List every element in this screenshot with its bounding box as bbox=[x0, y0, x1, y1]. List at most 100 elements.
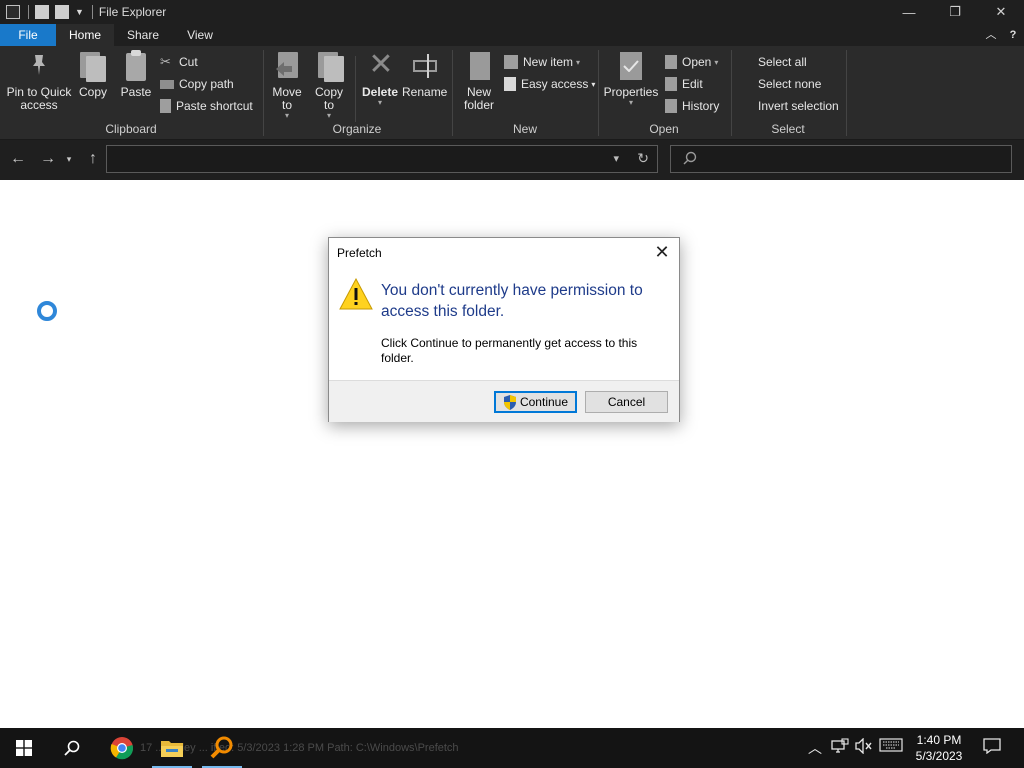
back-arrow-icon[interactable]: ← bbox=[7, 148, 29, 170]
chrome-taskbar-button[interactable] bbox=[98, 728, 146, 768]
paste-shortcut-button[interactable]: Paste shortcut bbox=[160, 96, 253, 116]
forward-arrow-icon[interactable]: → bbox=[37, 148, 59, 170]
tab-view[interactable]: View bbox=[172, 24, 228, 46]
new-folder-icon bbox=[464, 50, 494, 82]
restore-button[interactable]: ❐ bbox=[932, 0, 978, 24]
dialog-sub-message: Click Continue to permanently get access… bbox=[381, 336, 638, 365]
select-all-label: Select all bbox=[758, 55, 807, 69]
group-divider bbox=[355, 56, 356, 122]
rename-button[interactable]: Rename bbox=[402, 50, 448, 99]
continue-label: Continue bbox=[519, 395, 569, 409]
file-explorer-taskbar-button[interactable] bbox=[148, 728, 196, 768]
volume-muted-icon[interactable] bbox=[854, 737, 874, 758]
search-box[interactable] bbox=[670, 145, 1012, 173]
recent-locations-chevron-icon[interactable]: ▾ bbox=[62, 148, 76, 170]
qat-customize-chevron-icon[interactable]: ▼ bbox=[75, 7, 84, 17]
collapse-ribbon-chevron-icon[interactable]: ︿ bbox=[980, 24, 1002, 46]
chrome-icon bbox=[110, 737, 134, 760]
address-dropdown-icon[interactable]: ▾ bbox=[613, 152, 619, 165]
invert-selection-label: Invert selection bbox=[758, 99, 839, 113]
tab-home[interactable]: Home bbox=[56, 24, 114, 46]
permission-dialog: Prefetch ✕ You don't currently have perm… bbox=[328, 237, 680, 422]
paste-label: Paste bbox=[120, 85, 152, 99]
select-group-label: Select bbox=[771, 122, 805, 136]
dialog-footer: Continue Cancel bbox=[329, 380, 679, 422]
copy-path-label: Copy path bbox=[179, 77, 234, 91]
search-tool-taskbar-button[interactable] bbox=[198, 728, 246, 768]
ribbon-tabs: File Home Share View ︿ ? bbox=[0, 24, 1024, 46]
continue-button[interactable]: Continue bbox=[494, 391, 577, 413]
copy-to-label: Copy to bbox=[314, 85, 343, 112]
delete-x-icon: ✕ bbox=[368, 48, 394, 81]
open-button[interactable]: Open ▾ bbox=[665, 52, 718, 72]
tab-file[interactable]: File bbox=[0, 24, 56, 46]
navigation-bar: ← → ▾ ↑ ▾ ↻ bbox=[0, 140, 1024, 180]
pin-label: Pin to Quick access bbox=[6, 85, 72, 112]
new-folder-button[interactable]: New folder bbox=[458, 50, 500, 112]
pin-icon bbox=[24, 50, 54, 82]
up-arrow-icon[interactable]: ↑ bbox=[82, 148, 104, 170]
search-taskbar-button[interactable] bbox=[48, 728, 96, 768]
cut-button[interactable]: ✂ Cut bbox=[160, 52, 198, 72]
copy-button[interactable]: Copy bbox=[76, 50, 110, 99]
select-none-label: Select none bbox=[758, 77, 822, 91]
copy-to-button[interactable]: Copy to ▾ bbox=[310, 50, 348, 120]
properties-check-icon[interactable] bbox=[35, 5, 49, 19]
select-none-icon bbox=[739, 77, 753, 91]
show-hidden-icons-chevron-icon[interactable]: ︿ bbox=[806, 738, 824, 758]
help-icon[interactable]: ? bbox=[1002, 24, 1024, 46]
edit-label: Edit bbox=[682, 77, 703, 91]
move-to-label: Move to bbox=[272, 85, 302, 112]
folder-icon bbox=[161, 741, 183, 757]
address-bar[interactable]: ▾ ↻ bbox=[106, 145, 658, 173]
title-bar: ▼ File Explorer — ❐ ✕ bbox=[0, 0, 1024, 24]
notifications-icon[interactable] bbox=[980, 738, 1004, 758]
properties-dropdown-icon: ▾ bbox=[628, 98, 633, 107]
invert-selection-button[interactable]: Invert selection bbox=[739, 96, 839, 116]
search-icon bbox=[64, 740, 80, 756]
copy-icon bbox=[78, 50, 108, 82]
open-dropdown-icon: ▾ bbox=[714, 57, 719, 67]
clock-time: 1:40 PM bbox=[916, 733, 962, 747]
new-folder-qat-icon[interactable] bbox=[55, 5, 69, 19]
uac-shield-icon bbox=[503, 394, 516, 410]
start-button[interactable] bbox=[0, 728, 48, 768]
open-label: Open bbox=[682, 55, 712, 69]
delete-dropdown-icon: ▾ bbox=[377, 98, 382, 107]
new-item-button[interactable]: New item ▾ bbox=[504, 52, 580, 72]
quick-access-toolbar: ▼ File Explorer bbox=[0, 0, 166, 24]
refresh-icon[interactable]: ↻ bbox=[637, 150, 649, 167]
easy-access-dropdown-icon: ▾ bbox=[591, 79, 596, 89]
move-to-icon bbox=[272, 50, 302, 82]
magnifier-app-icon bbox=[210, 736, 233, 759]
network-icon[interactable] bbox=[830, 738, 850, 758]
dialog-title: Prefetch bbox=[337, 246, 382, 260]
paste-shortcut-label: Paste shortcut bbox=[176, 99, 253, 113]
properties-button[interactable]: Properties ▾ bbox=[602, 50, 660, 107]
close-button[interactable]: ✕ bbox=[978, 0, 1024, 24]
easy-access-label: Easy access bbox=[521, 77, 589, 91]
dialog-close-icon[interactable]: ✕ bbox=[653, 243, 671, 261]
pin-to-quick-access-button[interactable]: Pin to Quick access bbox=[4, 50, 74, 112]
properties-label: Properties bbox=[603, 85, 659, 99]
move-to-button[interactable]: Move to ▾ bbox=[268, 50, 306, 120]
keyboard-icon[interactable] bbox=[878, 738, 904, 758]
paste-clipboard-icon bbox=[121, 50, 151, 82]
copy-path-button[interactable]: Copy path bbox=[160, 74, 234, 94]
tab-share[interactable]: Share bbox=[114, 24, 172, 46]
history-button[interactable]: History bbox=[665, 96, 719, 116]
rename-label: Rename bbox=[402, 85, 448, 99]
easy-access-button[interactable]: Easy access ▾ bbox=[504, 74, 595, 94]
group-divider bbox=[846, 50, 847, 136]
edit-button[interactable]: Edit bbox=[665, 74, 703, 94]
system-clock[interactable]: 1:40 PM 5/3/2023 bbox=[912, 732, 966, 764]
paste-button[interactable]: Paste bbox=[118, 50, 154, 99]
delete-button[interactable]: ✕ Delete ▾ bbox=[360, 50, 400, 107]
select-none-button[interactable]: Select none bbox=[739, 74, 821, 94]
clock-date: 5/3/2023 bbox=[915, 749, 963, 763]
cancel-button[interactable]: Cancel bbox=[585, 391, 668, 413]
select-all-button[interactable]: Select all bbox=[739, 52, 807, 72]
window-controls: — ❐ ✕ bbox=[886, 0, 1024, 24]
ribbon: Pin to Quick access Copy Paste ✂ Cut Cop… bbox=[0, 46, 1024, 140]
minimize-button[interactable]: — bbox=[886, 0, 932, 24]
